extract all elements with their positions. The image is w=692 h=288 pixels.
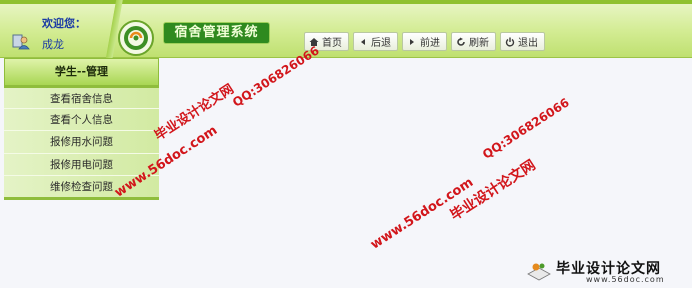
- forward-icon: [410, 38, 414, 45]
- refresh-icon: [457, 37, 465, 46]
- forward-label: 前进: [420, 38, 440, 49]
- sidebar-item-personal-info[interactable]: 查看个人信息: [4, 108, 159, 131]
- app-title: 宿舍管理系统: [163, 22, 270, 44]
- logout-button[interactable]: 退出: [500, 32, 545, 51]
- logout-label: 退出: [518, 38, 538, 49]
- user-info: 欢迎您： 成龙: [4, 6, 108, 54]
- watermark-logo-url: www.56doc.com: [586, 275, 665, 284]
- top-navbar: 首页 后退 前进 刷新 退出: [304, 32, 545, 51]
- refresh-label: 刷新: [469, 38, 489, 49]
- sidebar-bottom-border: [4, 197, 159, 200]
- back-icon: [361, 38, 365, 45]
- power-icon: [505, 37, 515, 47]
- back-button[interactable]: 后退: [353, 32, 398, 51]
- back-label: 后退: [371, 38, 391, 49]
- home-label: 首页: [322, 38, 342, 49]
- sidebar-title: 学生--管理: [4, 58, 159, 86]
- book-logo-icon: [527, 263, 551, 281]
- forward-button[interactable]: 前进: [402, 32, 447, 51]
- refresh-button[interactable]: 刷新: [451, 32, 496, 51]
- app-logo-icon: [118, 20, 154, 56]
- header-bar: 欢迎您： 成龙 宿舍管理系统 首页 后退 前进 刷新 退出: [0, 0, 692, 58]
- username: 成龙: [42, 38, 64, 51]
- watermark-logo: 毕业设计论文网 www.56doc.com: [526, 256, 690, 286]
- sidebar-item-dorm-info[interactable]: 查看宿舍信息: [4, 86, 159, 109]
- user-icon: [12, 34, 30, 50]
- welcome-label: 欢迎您：: [42, 17, 86, 30]
- sidebar-item-water-repair[interactable]: 报修用水问题: [4, 131, 159, 154]
